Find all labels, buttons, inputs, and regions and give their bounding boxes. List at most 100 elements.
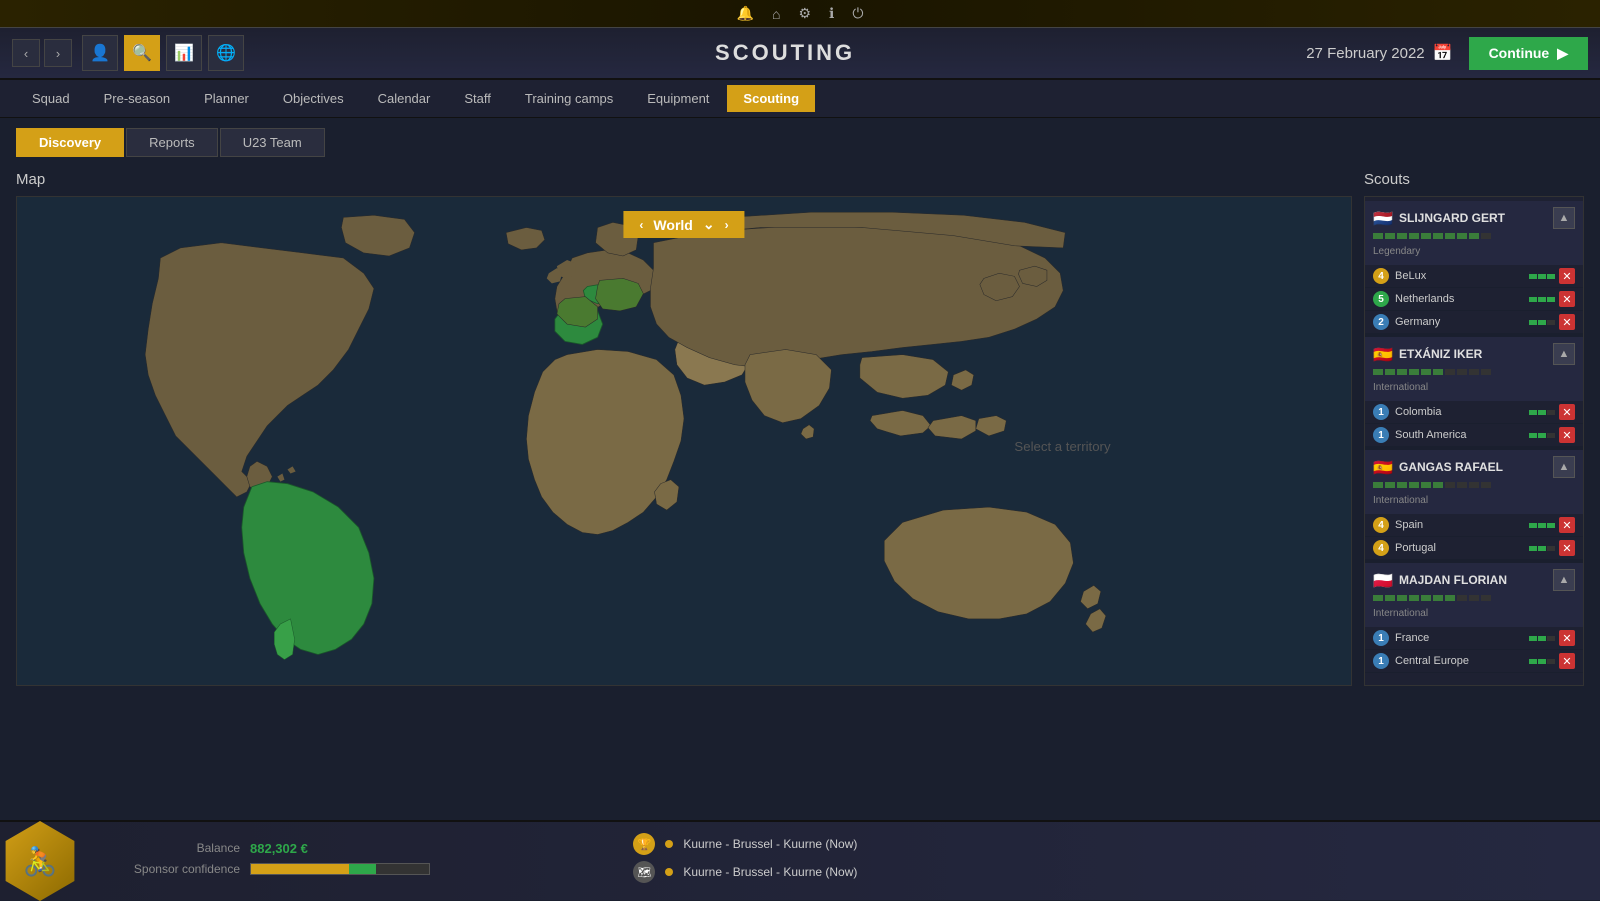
majdan-collapse-btn[interactable]: ▲ [1553, 569, 1575, 591]
etxaniz-collapse-btn[interactable]: ▲ [1553, 343, 1575, 365]
globe-icon-btn[interactable]: 🌐 [208, 35, 244, 71]
map-section: Map ‹ World ⌄ › [16, 171, 1352, 810]
remove-netherlands-button[interactable]: ✕ [1559, 291, 1575, 307]
assignment-name: France [1395, 632, 1529, 644]
gangas-collapse-btn[interactable]: ▲ [1553, 456, 1575, 478]
assignment-name: Central Europe [1395, 655, 1529, 667]
remove-centraleurope-button[interactable]: ✕ [1559, 653, 1575, 669]
power-icon[interactable]: ⏻ [852, 5, 863, 22]
gear-icon[interactable]: ⚙ [798, 5, 811, 22]
map-prev-icon[interactable]: ‹ [639, 218, 643, 232]
rank-seg [1433, 233, 1443, 239]
assignment-num: 4 [1373, 540, 1389, 556]
balance-value: 882,302 € [250, 841, 308, 856]
continue-arrow-icon: ▶ [1557, 45, 1568, 62]
remove-southamerica-button[interactable]: ✕ [1559, 427, 1575, 443]
map-selector[interactable]: ‹ World ⌄ › [623, 211, 744, 238]
remove-colombia-button[interactable]: ✕ [1559, 404, 1575, 420]
majdan-rank-segments [1373, 595, 1575, 601]
tab-squad[interactable]: Squad [16, 85, 86, 112]
forward-button[interactable]: › [44, 39, 72, 67]
rank-seg [1421, 233, 1431, 239]
tab-scouting[interactable]: Scouting [727, 85, 815, 112]
squad-icon-btn[interactable]: 👤 [82, 35, 118, 71]
assignment-name: Portugal [1395, 542, 1529, 554]
slijngard-collapse-btn[interactable]: ▲ [1553, 207, 1575, 229]
info-icon[interactable]: ℹ [829, 5, 834, 22]
map-selector-label: World [653, 217, 692, 233]
rank-seg-empty [1481, 233, 1491, 239]
date-area: 27 February 2022 📅 [1306, 43, 1452, 63]
tab-preseason[interactable]: Pre-season [88, 85, 186, 112]
tab-staff[interactable]: Staff [448, 85, 507, 112]
map-dropdown-icon[interactable]: ⌄ [703, 216, 715, 233]
gangas-rank-bar: International [1365, 480, 1583, 514]
remove-belux-button[interactable]: ✕ [1559, 268, 1575, 284]
calendar-icon[interactable]: 📅 [1433, 43, 1453, 63]
tab-planner[interactable]: Planner [188, 85, 265, 112]
assignment-num: 1 [1373, 404, 1389, 420]
slijngard-assignment-germany: 2 Germany ✕ [1365, 311, 1583, 334]
rank-seg [1385, 233, 1395, 239]
slijngard-rank-segments [1373, 233, 1575, 239]
assignment-bar [1529, 297, 1555, 302]
scouts-list: 🇳🇱 SLIJNGARD GERT ▲ [1364, 196, 1584, 686]
races-area: 🏆 Kuurne - Brussel - Kuurne (Now) 🗺 Kuur… [613, 833, 1600, 889]
rank-seg [1457, 233, 1467, 239]
title-bar: ‹ › 👤 🔍 📊 🌐 SCOUTING 27 February 2022 📅 … [0, 28, 1600, 80]
remove-portugal-button[interactable]: ✕ [1559, 540, 1575, 556]
confidence-bar [250, 863, 430, 875]
bell-icon[interactable]: 🔔 [737, 5, 754, 22]
assignment-bar [1529, 410, 1555, 415]
gangas-assignment-spain: 4 Spain ✕ [1365, 514, 1583, 537]
home-icon[interactable]: ⌂ [772, 6, 780, 22]
gangas-rank-segments [1373, 482, 1575, 488]
scout-header-etxaniz: 🇪🇸 ETXÁNIZ IKER ▲ [1365, 337, 1583, 367]
majdan-assignment-france: 1 France ✕ [1365, 627, 1583, 650]
map-title: Map [16, 171, 1352, 188]
slijngard-flag: 🇳🇱 [1373, 212, 1393, 225]
back-button[interactable]: ‹ [12, 39, 40, 67]
tab-calendar[interactable]: Calendar [362, 85, 447, 112]
world-map-svg[interactable]: Select a territory [17, 197, 1351, 685]
map-next-icon[interactable]: › [725, 218, 729, 232]
subtab-reports[interactable]: Reports [126, 128, 218, 157]
remove-france-button[interactable]: ✕ [1559, 630, 1575, 646]
race-row-2: 🗺 Kuurne - Brussel - Kuurne (Now) [633, 861, 1580, 883]
scout-header-slijngard: 🇳🇱 SLIJNGARD GERT ▲ [1365, 201, 1583, 231]
etxaniz-assignment-colombia: 1 Colombia ✕ [1365, 401, 1583, 424]
assignment-bar [1529, 274, 1555, 279]
bottom-bar: 🚴 Balance 882,302 € Sponsor confidence 🏆… [0, 820, 1600, 900]
assignment-name: South America [1395, 429, 1529, 441]
assignment-name: Spain [1395, 519, 1529, 531]
tab-equipment[interactable]: Equipment [631, 85, 725, 112]
assignment-num: 1 [1373, 427, 1389, 443]
majdan-name: MAJDAN FLORIAN [1399, 573, 1547, 587]
balance-area: Balance 882,302 € Sponsor confidence [80, 841, 613, 882]
scout-header-gangas: 🇪🇸 GANGAS RAFAEL ▲ [1365, 450, 1583, 480]
confidence-fill-yellow [251, 864, 349, 874]
stats-icon-btn[interactable]: 📊 [166, 35, 202, 71]
etxaniz-flag: 🇪🇸 [1373, 348, 1393, 361]
race-dot-2 [665, 868, 673, 876]
scout-header-majdan: 🇵🇱 MAJDAN FLORIAN ▲ [1365, 563, 1583, 593]
remove-germany-button[interactable]: ✕ [1559, 314, 1575, 330]
tab-objectives[interactable]: Objectives [267, 85, 360, 112]
rank-seg [1373, 233, 1383, 239]
assignment-num: 4 [1373, 517, 1389, 533]
date-display: 27 February 2022 [1306, 45, 1424, 62]
rank-seg [1445, 233, 1455, 239]
subtab-u23team[interactable]: U23 Team [220, 128, 325, 157]
etxaniz-rank-label: International [1373, 382, 1428, 393]
majdan-rank-bar: International [1365, 593, 1583, 627]
nav-arrows: ‹ › [12, 39, 72, 67]
scouting-icon-btn[interactable]: 🔍 [124, 35, 160, 71]
confidence-fill-green [349, 864, 376, 874]
tab-training-camps[interactable]: Training camps [509, 85, 629, 112]
remove-spain-button[interactable]: ✕ [1559, 517, 1575, 533]
continue-button[interactable]: Continue ▶ [1469, 37, 1588, 70]
content-row: Map ‹ World ⌄ › [16, 171, 1584, 810]
map-container[interactable]: ‹ World ⌄ › [16, 196, 1352, 686]
gangas-name: GANGAS RAFAEL [1399, 460, 1547, 474]
subtab-discovery[interactable]: Discovery [16, 128, 124, 157]
